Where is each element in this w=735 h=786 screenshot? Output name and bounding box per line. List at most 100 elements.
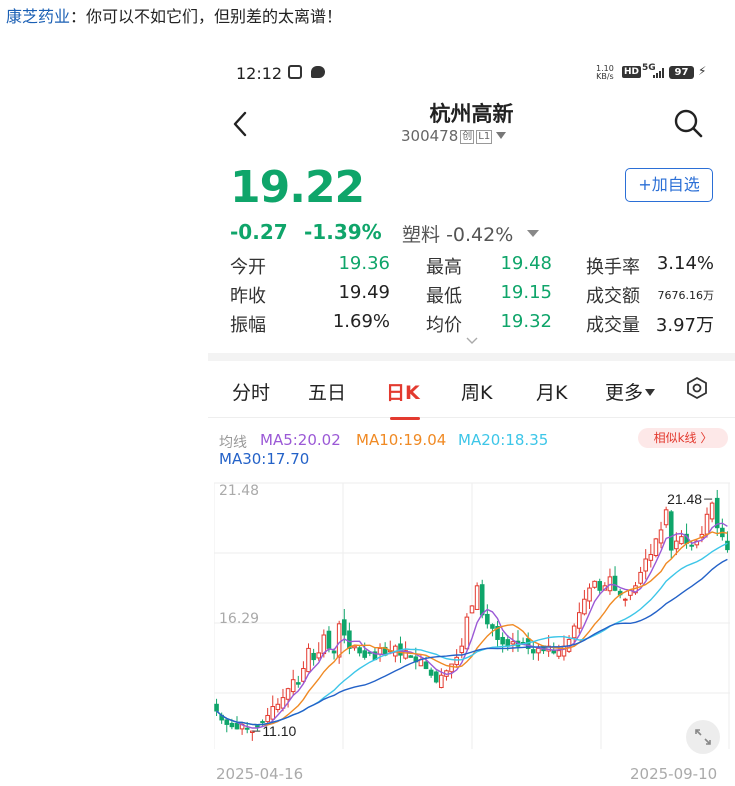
stat-value: 3.97万 [655,315,714,336]
add-watchlist-button[interactable]: +加自选 [625,168,713,202]
stat-label: 今开 [230,257,266,278]
stat-label: 振幅 [230,315,266,336]
candle-body [341,619,347,636]
sector-row[interactable]: 塑料 -0.42% [402,220,540,247]
candle-body [224,719,230,725]
settings-hex-icon[interactable] [685,376,709,400]
y-axis-label-mid: 16.29 [219,611,260,627]
stat-label: 最低 [426,286,462,307]
caret-down-icon [645,389,656,396]
y-axis-label-high: 21.48 [219,483,260,499]
candle-body [500,636,505,645]
active-tab-indicator [390,417,420,420]
caret-down-icon [527,230,540,237]
expand-chevron-icon[interactable] [466,337,478,345]
candle-body [597,581,603,591]
candle-body [331,650,337,654]
expand-arrows-icon [695,729,711,745]
stat-value: 19.32 [500,311,552,332]
stat-label: 成交量 [586,315,640,336]
candle-body [321,634,327,655]
candle-body [704,513,710,535]
candle-body [561,645,567,657]
stat-value: 7676.16万 [657,289,715,302]
candle-body [408,655,413,658]
stat-value: 19.15 [500,282,552,303]
stat-label: 最高 [426,257,462,278]
stat-label: 昨收 [230,286,266,307]
stat-value: 19.36 [338,253,390,274]
alarm-icon [288,65,302,79]
tab-more[interactable]: 更多 [605,378,656,405]
candle-body [653,538,659,557]
candle-body [725,540,730,551]
stat-value: 3.14% [656,253,714,274]
ma30-label: MA30:17.70 [219,450,310,468]
net-speed: 1.10 KB/s [596,64,614,81]
stat-label: 均价 [426,315,462,336]
candle-body [285,688,291,700]
ma5-label: MA5:20.02 [260,431,341,449]
battery-level: 97 [669,66,694,79]
tab-daily-k[interactable]: 日K [386,378,420,405]
candle-body [316,652,322,659]
candle-body [454,656,459,666]
level-tag: L1 [476,130,493,144]
candle-body [689,544,694,547]
candle-body [668,511,674,551]
candle-body [459,645,465,654]
ma10-label: MA10:19.04 [356,431,447,449]
section-divider [208,353,735,361]
candle-body [674,540,679,550]
candle-body [658,529,664,544]
search-icon[interactable] [673,108,703,138]
fullscreen-button[interactable] [686,720,720,754]
post-author-link[interactable]: 康芝药业 [6,7,70,26]
hd-icon: HD [622,66,642,78]
candle-body [270,706,276,720]
x-axis-end-label: 2025-09-10 [630,765,718,783]
candle-body [265,714,270,723]
bolt-icon: ⚡ [698,64,707,78]
candle-body [290,679,296,693]
candle-body [428,669,434,676]
price-change: -0.27 [230,220,288,244]
ma20-label: MA20:18.35 [458,431,549,449]
candle-body [244,727,250,730]
candle-body [336,623,342,658]
candle-body [296,682,301,685]
tab-monthly-k[interactable]: 月K [536,378,567,405]
phone-screenshot: 12:12 1.10 KB/s HD 5G 97 ⚡ 杭州高新 300478 创 L1… [208,40,735,786]
status-time: 12:12 [236,64,283,83]
stock-code-row[interactable]: 300478 创 L1 [401,127,507,145]
tab-weekly-k[interactable]: 周K [461,378,492,405]
post-text: 你可以不如它们，但别差的太离谱！ [86,7,343,26]
candle-body [255,725,260,728]
candle-body [571,625,577,639]
similar-kline-button[interactable]: 相似k线 〉 [638,428,728,448]
candle-body [638,571,643,584]
price-change-pct: -1.39% [304,220,382,244]
candlestick-chart[interactable]: 21.48 11.10 [214,477,730,755]
candle-body [479,584,485,616]
x-axis-start-label: 2025-04-16 [216,765,304,783]
stat-value: 19.49 [338,282,390,303]
candle-body [377,647,383,655]
candle-body [643,558,648,572]
signal-icon [653,68,665,78]
tab-intraday[interactable]: 分时 [232,378,270,405]
candle-body [679,536,684,545]
stock-code: 300478 [401,127,459,145]
caret-down-icon [496,132,507,139]
candle-body [229,722,235,728]
candle-body [275,703,281,711]
candle-body [439,674,444,689]
tab-five-day[interactable]: 五日 [308,378,346,405]
board-tag: 创 [460,130,475,144]
candle-body [510,641,516,645]
candle-body [536,647,541,654]
candle-body [214,703,219,712]
candle-body [301,668,306,682]
candle-body [576,612,582,629]
stat-value: 1.69% [332,311,390,332]
